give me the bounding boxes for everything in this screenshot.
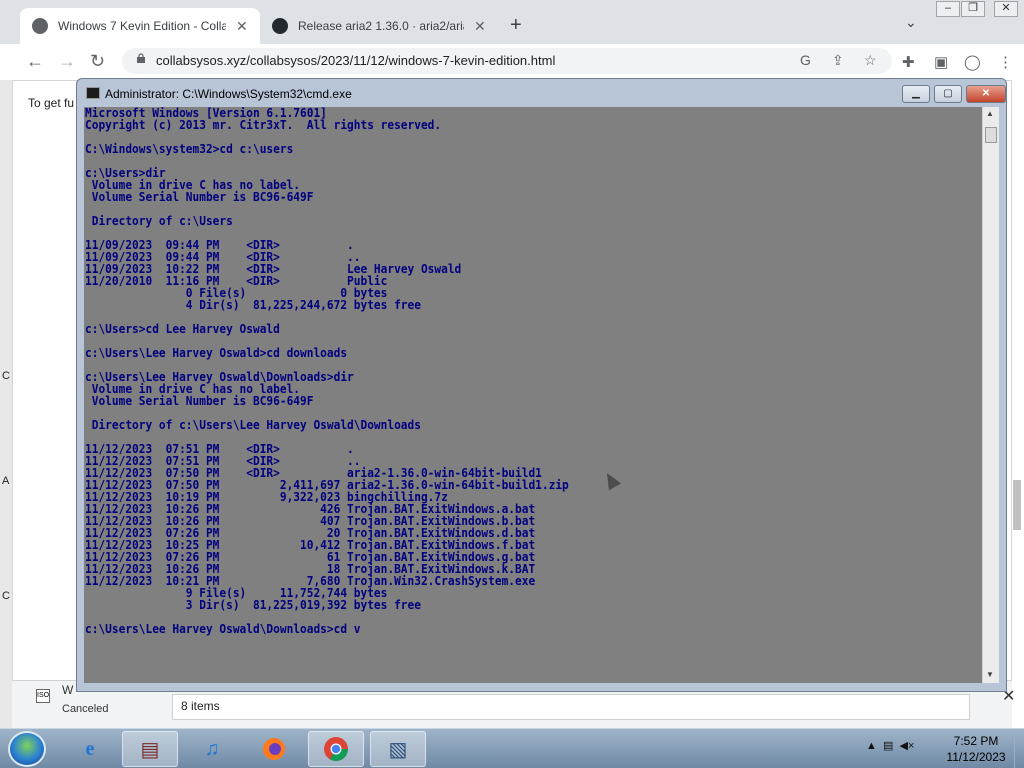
tab-windows-7-kevin-edition[interactable]: Windows 7 Kevin Edition - Collab ✕ (20, 8, 260, 44)
cmd-taskbar-icon[interactable]: ▧ (370, 731, 426, 767)
bookmark-star-icon[interactable]: ☆ (864, 52, 877, 69)
item-count: 8 items (181, 699, 220, 713)
wordpress-favicon-icon (32, 18, 48, 34)
console-output[interactable]: Microsoft Windows [Version 6.1.7601] Cop… (84, 107, 982, 683)
taskbar: e ▤ ♫ ▧ ▲ ▤ ◀× 7:52 PM 11/12/2023 (0, 728, 1024, 768)
explorer-status-bar: 8 items (172, 694, 970, 720)
tab-search-chevron-icon[interactable]: ⌄ (905, 14, 917, 31)
address-bar[interactable]: collabsysos.xyz/collabsysos/2023/11/12/w… (122, 48, 892, 74)
extensions-puzzle-icon[interactable]: ✚ (902, 53, 915, 71)
cmd-titlebar[interactable]: Administrator: C:\Windows\System32\cmd.e… (77, 79, 1006, 107)
browser-toolbar: ← → ↻ collabsysos.xyz/collabsysos/2023/1… (0, 44, 1024, 78)
cmd-app-icon (86, 87, 100, 99)
new-tab-plus-icon[interactable]: + (510, 14, 522, 37)
back-arrow-icon[interactable]: ← (26, 51, 44, 72)
cmd-close-button[interactable]: ✕ (966, 85, 1006, 103)
download-status: Canceled (62, 703, 109, 715)
scroll-up-arrow-icon[interactable]: ▲ (986, 109, 994, 118)
close-window-button[interactable]: ✕ (994, 1, 1018, 17)
address-url: collabsysos.xyz/collabsysos/2023/11/12/w… (156, 53, 556, 68)
cmd-minimize-button[interactable]: ▁ (902, 85, 930, 103)
download-file-name: W (62, 683, 74, 697)
edge-letter: C (2, 590, 10, 602)
reload-icon[interactable]: ↻ (90, 51, 105, 72)
system-tray-icons[interactable]: ▲ ▤ ◀× (866, 739, 914, 752)
clock-date: 11/12/2023 (946, 750, 1006, 764)
start-orb-icon[interactable] (8, 731, 46, 767)
console-text: Microsoft Windows [Version 6.1.7601] Cop… (85, 107, 569, 636)
show-desktop-button[interactable] (1014, 729, 1024, 768)
menu-kebab-icon[interactable]: ⋮ (998, 53, 1013, 71)
edge-letter: C (2, 370, 10, 382)
minimize-button[interactable]: – (936, 1, 960, 17)
internet-explorer-icon[interactable]: e (62, 731, 118, 767)
taskbar-clock[interactable]: 7:52 PM 11/12/2023 (944, 733, 1008, 765)
restore-button[interactable]: ❐ (961, 1, 985, 17)
cmd-window-title: Administrator: C:\Windows\System32\cmd.e… (105, 87, 352, 101)
page-scrollbar-thumb[interactable] (1013, 480, 1021, 530)
close-tab-icon[interactable]: ✕ (236, 18, 248, 35)
desktop-window-edge: C A C (0, 80, 12, 728)
github-favicon-icon (272, 18, 288, 34)
chrome-icon[interactable] (308, 731, 364, 767)
profile-avatar-icon[interactable]: ◯ (964, 53, 981, 71)
forward-arrow-icon[interactable]: → (58, 51, 76, 72)
lock-icon (137, 53, 145, 63)
side-panel-icon[interactable]: ▣ (934, 53, 948, 71)
page-text-fragment: To get fu (28, 96, 75, 110)
scroll-down-arrow-icon[interactable]: ▼ (986, 670, 994, 679)
tab-strip: Windows 7 Kevin Edition - Collab ✕ Relea… (0, 0, 1024, 48)
page-scrollbar[interactable] (1012, 120, 1022, 660)
firefox-icon[interactable] (246, 731, 302, 767)
google-translate-icon[interactable]: G (800, 52, 811, 68)
cmd-scrollbar-thumb[interactable] (985, 127, 997, 143)
cmd-window[interactable]: Administrator: C:\Windows\System32\cmd.e… (76, 78, 1007, 692)
cmd-maximize-button[interactable]: ▢ (934, 85, 962, 103)
iso-file-icon: ISO (36, 689, 50, 703)
itunes-icon[interactable]: ♫ (184, 731, 240, 767)
share-icon[interactable]: ⇪ (832, 52, 844, 69)
tab-title: Windows 7 Kevin Edition - Collab (58, 19, 226, 33)
clock-time: 7:52 PM (953, 734, 999, 748)
tab-title: Release aria2 1.36.0 · aria2/aria2 (298, 19, 464, 33)
edge-letter: A (2, 475, 10, 487)
cmd-scrollbar[interactable]: ▲ ▼ (982, 107, 999, 683)
close-tab-icon[interactable]: ✕ (474, 18, 486, 35)
tab-aria2-release[interactable]: Release aria2 1.36.0 · aria2/aria2 ✕ (260, 8, 498, 44)
winrar-icon[interactable]: ▤ (122, 731, 178, 767)
